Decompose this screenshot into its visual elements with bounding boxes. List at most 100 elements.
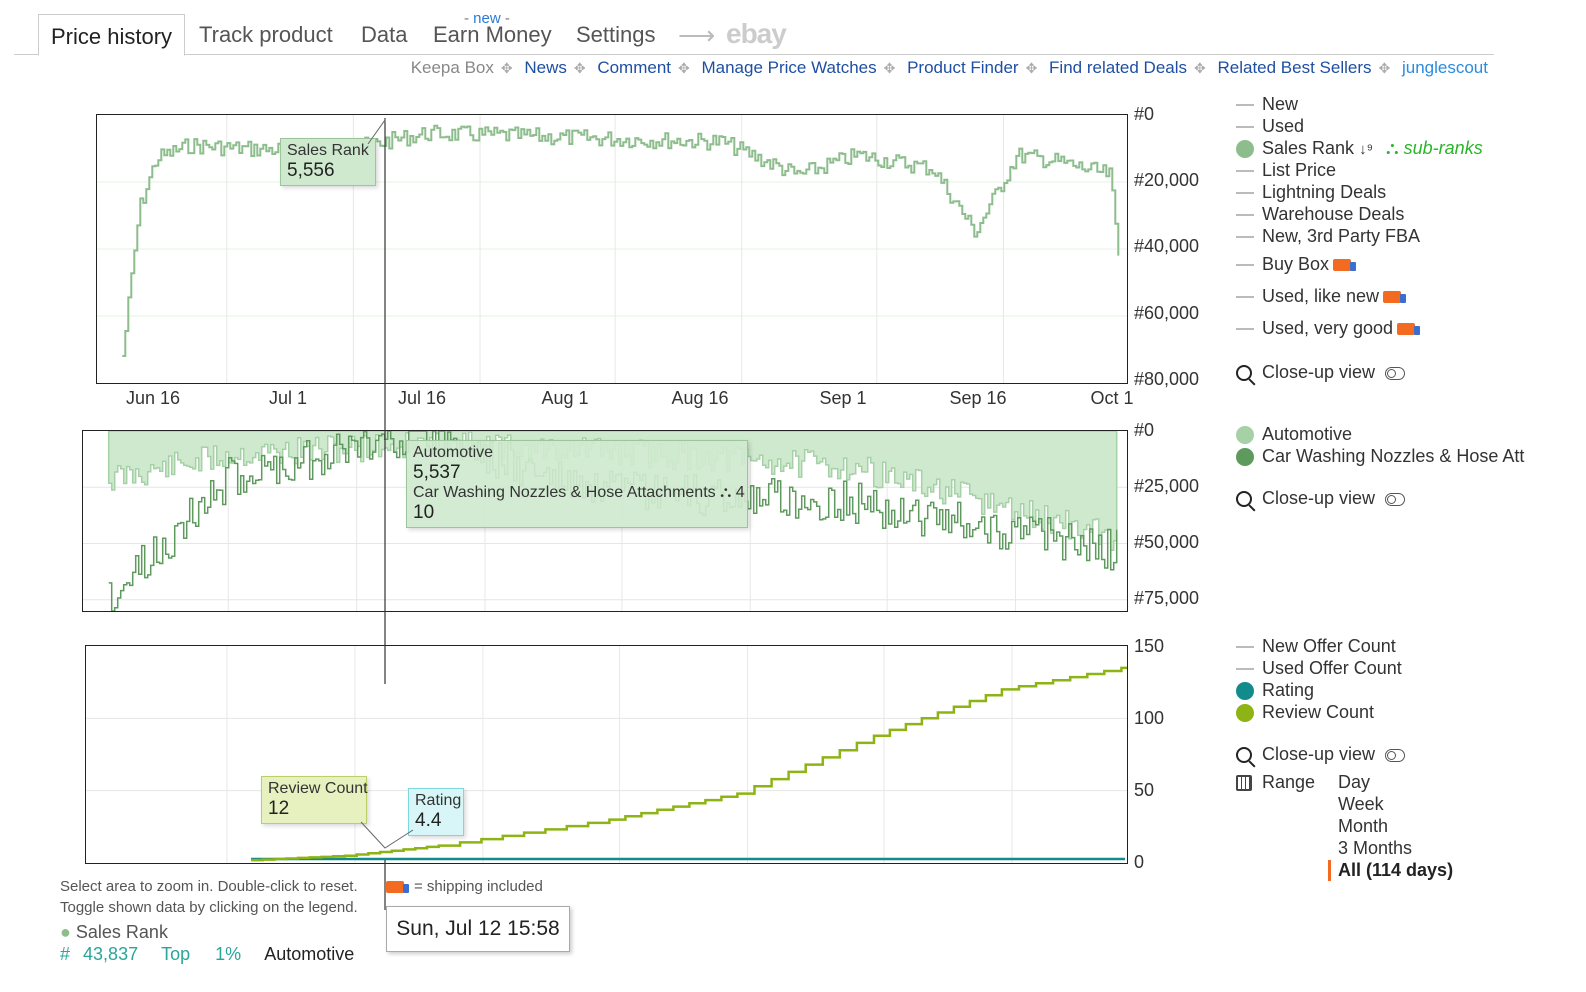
sort-icon[interactable]: ↓⁹: [1359, 141, 1373, 158]
ebay-link[interactable]: ebay: [726, 18, 787, 50]
product-finder-link[interactable]: Product Finder: [907, 58, 1019, 77]
tooltip-value: 5,556: [287, 160, 335, 181]
range-label: Range: [1236, 772, 1315, 793]
y-tick: #75,000: [1134, 588, 1200, 608]
truck-icon: [1333, 259, 1357, 272]
dot-icon: ●: [60, 922, 71, 942]
tooltip-rating: Rating 4.4: [408, 788, 464, 836]
y-tick: #40,000: [1134, 236, 1200, 256]
y-tick: 100: [1134, 708, 1165, 728]
reviews-chart[interactable]: [85, 645, 1141, 864]
magnifier-icon: [1236, 491, 1252, 508]
truck-icon: [1383, 291, 1407, 304]
toggle-icon[interactable]: [1385, 748, 1406, 762]
dash-icon: [1236, 126, 1254, 129]
x-tick: Sep 1: [819, 388, 867, 408]
comment-link[interactable]: Comment: [597, 58, 671, 77]
range-month[interactable]: Month: [1338, 816, 1388, 837]
manage-price-watches-link[interactable]: Manage Price Watches: [701, 58, 876, 77]
dash-icon: [1236, 328, 1254, 331]
dash-icon: [1236, 192, 1254, 195]
sales-rank-chart[interactable]: [96, 114, 1131, 384]
legend-item-used-like-new[interactable]: Used, like new: [1236, 286, 1407, 307]
x-tick: Jul 1: [268, 388, 308, 408]
legend-item-used-very-good[interactable]: Used, very good: [1236, 318, 1421, 339]
range-day[interactable]: Day: [1338, 772, 1370, 793]
toggle-icon[interactable]: [1385, 366, 1406, 380]
news-link[interactable]: News: [524, 58, 567, 77]
dash-icon: [1236, 236, 1254, 239]
dash-icon: [1236, 668, 1254, 671]
range-all[interactable]: All (114 days): [1328, 860, 1453, 881]
closeup-toggle-3[interactable]: Close-up view: [1236, 744, 1406, 765]
legend-item-list-price[interactable]: List Price: [1236, 160, 1336, 181]
tooltip-label: Automotive: [413, 444, 494, 461]
dot-icon: [1236, 448, 1254, 467]
x-tick: Oct 1: [1090, 388, 1134, 408]
legend-item-automotive[interactable]: Automotive: [1236, 424, 1352, 445]
y-tick: #0: [1134, 420, 1155, 440]
sep-icon: ✥: [1025, 60, 1038, 76]
sep-icon: ✥: [500, 60, 513, 76]
tab-settings[interactable]: Settings: [576, 22, 656, 48]
keepa-box-link[interactable]: Keepa Box: [411, 58, 494, 77]
tab-data[interactable]: Data: [361, 22, 407, 48]
toggle-icon[interactable]: [1385, 492, 1406, 506]
dot-icon: [1236, 426, 1254, 445]
sep-icon: ✥: [678, 60, 690, 76]
x-tick: Aug 16: [671, 388, 729, 408]
legend-item-review-count[interactable]: Review Count: [1236, 702, 1374, 723]
junglescout-link[interactable]: junglescout: [1402, 58, 1488, 77]
legend-item-new-offer-count[interactable]: New Offer Count: [1236, 636, 1396, 657]
tooltip-review-count: Review Count 12: [261, 776, 368, 824]
truck-icon: [386, 881, 409, 894]
tooltip-label: Rating: [415, 792, 462, 809]
toggle-hint: Toggle shown data by clicking on the leg…: [60, 899, 358, 916]
y-tick: #20,000: [1134, 170, 1200, 190]
legend-item-rating[interactable]: Rating: [1236, 680, 1314, 701]
sep-icon: ✥: [1194, 60, 1206, 76]
sales-rank-plot[interactable]: [97, 115, 1131, 383]
new-badge: - new -: [464, 10, 510, 27]
reviews-plot[interactable]: [86, 646, 1141, 863]
x-tick: Sep 16: [949, 388, 1007, 408]
range-week[interactable]: Week: [1338, 794, 1384, 815]
tooltip-sub: Car Washing Nozzles & Hose Attachments ⛬…: [413, 484, 745, 501]
current-rank-row: # 43,837 Top 1% Automotive: [60, 944, 355, 964]
y-tick: #25,000: [1134, 476, 1200, 496]
closeup-toggle-2[interactable]: Close-up view: [1236, 488, 1406, 509]
legend-item-used[interactable]: Used: [1236, 116, 1304, 137]
legend-item-3rd-party-fba[interactable]: New, 3rd Party FBA: [1236, 226, 1420, 247]
closeup-toggle-1[interactable]: Close-up view: [1236, 362, 1406, 383]
truck-icon: [1397, 323, 1421, 336]
tooltip-automotive: Automotive 5,537 Car Washing Nozzles & H…: [406, 440, 748, 528]
legend-item-car-washing[interactable]: Car Washing Nozzles & Hose Att: [1236, 446, 1524, 467]
tab-track-product[interactable]: Track product: [199, 22, 333, 48]
sitemap-icon: ⛬: [1386, 138, 1399, 158]
dot-icon: [1236, 140, 1254, 159]
dash-icon: [1236, 646, 1254, 649]
legend-item-lightning-deals[interactable]: Lightning Deals: [1236, 182, 1386, 203]
review-count-line: [251, 664, 1140, 862]
legend-item-sales-rank[interactable]: Sales Rank ↓⁹ ⛬ sub-ranks: [1236, 138, 1483, 159]
x-tick: Jun 16: [125, 388, 181, 408]
dash-icon: [1236, 104, 1254, 107]
calendar-icon: [1236, 775, 1252, 792]
arrow-right-icon: ⟶: [678, 20, 716, 50]
x-tick: Jul 16: [397, 388, 447, 408]
tooltip-value: 12: [268, 798, 290, 819]
find-related-deals-link[interactable]: Find related Deals: [1049, 58, 1187, 77]
dash-icon: [1236, 170, 1254, 173]
magnifier-icon: [1236, 747, 1252, 764]
legend-item-used-offer-count[interactable]: Used Offer Count: [1236, 658, 1402, 679]
tab-price-history[interactable]: Price history: [38, 14, 186, 56]
legend-item-new[interactable]: New: [1236, 94, 1298, 115]
related-best-sellers-link[interactable]: Related Best Sellers: [1217, 58, 1371, 77]
sub-ranks-link[interactable]: sub-ranks: [1404, 138, 1483, 158]
range-3-months[interactable]: 3 Months: [1338, 838, 1412, 859]
legend-item-buy-box[interactable]: Buy Box: [1236, 254, 1357, 275]
legend-item-warehouse-deals[interactable]: Warehouse Deals: [1236, 204, 1404, 225]
dot-icon: [1236, 704, 1254, 723]
x-tick: Aug 1: [541, 388, 589, 408]
tooltip-label: Review Count: [268, 780, 368, 797]
